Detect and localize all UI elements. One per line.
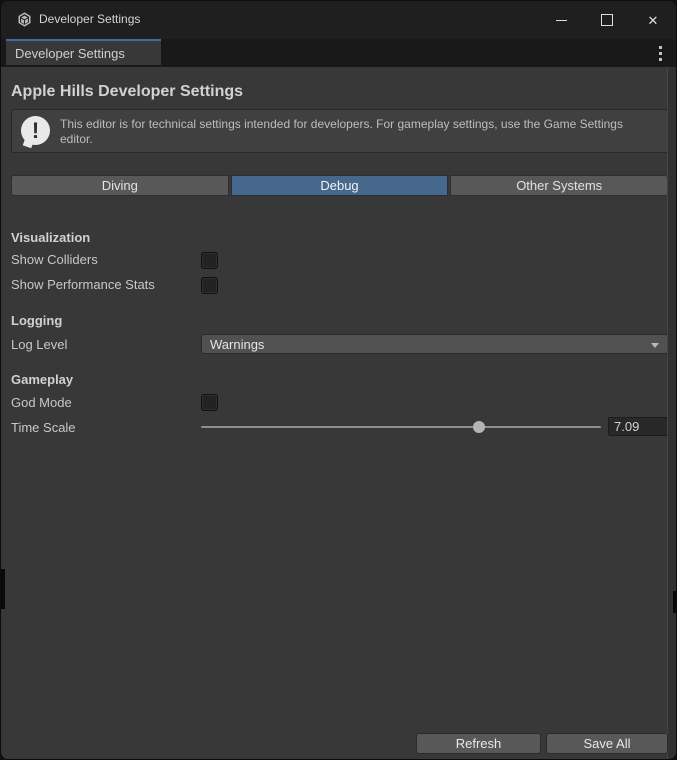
- maximize-button[interactable]: [584, 1, 630, 39]
- save-all-button[interactable]: Save All: [546, 733, 668, 754]
- section-title-logging: Logging: [11, 313, 62, 328]
- time-scale-value-field[interactable]: 7.09: [608, 417, 669, 436]
- chevron-down-icon: [651, 343, 659, 348]
- log-level-dropdown[interactable]: Warnings: [201, 334, 668, 354]
- minimize-icon: [556, 20, 567, 21]
- show-performance-stats-label: Show Performance Stats: [11, 277, 155, 292]
- maximize-icon: [601, 14, 613, 26]
- warning-bubble-icon: !: [21, 116, 52, 147]
- title-bar[interactable]: Developer Settings ✕: [1, 1, 676, 39]
- time-scale-slider-handle[interactable]: [473, 421, 485, 433]
- god-mode-label: God Mode: [11, 395, 72, 410]
- show-colliders-checkbox[interactable]: [201, 252, 218, 269]
- mode-tab-debug[interactable]: Debug: [231, 175, 449, 196]
- log-level-value: Warnings: [210, 337, 264, 352]
- unity-logo-icon: [16, 11, 33, 28]
- page-title: Apple Hills Developer Settings: [11, 83, 243, 101]
- window-controls: ✕: [538, 1, 676, 39]
- time-scale-slider[interactable]: [201, 426, 601, 428]
- window-edge-artifact: [673, 591, 676, 613]
- editor-tab-bar: Developer Settings: [1, 39, 676, 67]
- show-performance-stats-checkbox[interactable]: [201, 277, 218, 294]
- section-title-gameplay: Gameplay: [11, 372, 73, 387]
- kebab-dot: [659, 46, 662, 49]
- mode-toolbar: Diving Debug Other Systems: [11, 175, 668, 196]
- mode-tab-diving[interactable]: Diving: [11, 175, 229, 196]
- time-scale-value: 7.09: [614, 419, 639, 434]
- show-colliders-label: Show Colliders: [11, 252, 98, 267]
- refresh-button[interactable]: Refresh: [416, 733, 541, 754]
- tab-label: Developer Settings: [15, 46, 125, 61]
- tab-menu-button[interactable]: [659, 46, 662, 61]
- log-level-label: Log Level: [11, 337, 67, 352]
- minimize-button[interactable]: [538, 1, 584, 39]
- window-title: Developer Settings: [39, 12, 140, 26]
- section-title-visualization: Visualization: [11, 230, 90, 245]
- mode-tab-other-systems[interactable]: Other Systems: [450, 175, 668, 196]
- scrollbar-gutter[interactable]: [667, 67, 676, 759]
- kebab-dot: [659, 52, 662, 55]
- developer-settings-window: Developer Settings ✕ Developer Settings …: [0, 0, 677, 760]
- tab-developer-settings[interactable]: Developer Settings: [6, 39, 161, 65]
- help-box-text: This editor is for technical settings in…: [60, 117, 655, 147]
- close-button[interactable]: ✕: [630, 1, 676, 39]
- close-icon: ✕: [648, 14, 659, 27]
- time-scale-label: Time Scale: [11, 420, 76, 435]
- god-mode-checkbox[interactable]: [201, 394, 218, 411]
- window-edge-artifact: [1, 569, 5, 609]
- help-box: ! This editor is for technical settings …: [11, 109, 668, 153]
- kebab-dot: [659, 58, 662, 61]
